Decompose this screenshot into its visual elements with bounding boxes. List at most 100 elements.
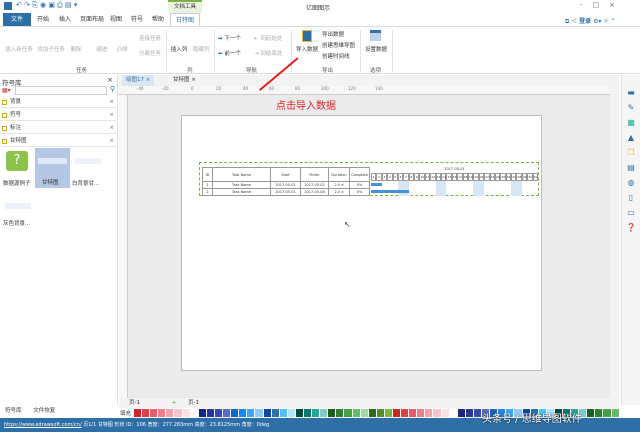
create-timeline-button[interactable]: 创建时间线 xyxy=(322,52,350,60)
color-swatch[interactable] xyxy=(279,409,287,417)
close-icon[interactable]: × xyxy=(109,110,114,121)
tab-symbol-library[interactable]: 符号库 xyxy=(5,408,22,414)
website-link[interactable]: https://www.edrawsoft.com/cn/ xyxy=(4,422,82,428)
export-data-button[interactable]: 导出数据 xyxy=(322,30,344,38)
go-start-button[interactable]: ⇤ 到起始处 xyxy=(254,34,282,42)
color-swatch[interactable] xyxy=(360,409,368,417)
tab-insert[interactable]: 插入 xyxy=(55,13,75,26)
account-area[interactable]: ⧉ ＜ 登录 ⚙▾ ☼ ⌃ xyxy=(565,16,616,26)
color-swatch[interactable] xyxy=(206,409,214,417)
close-icon[interactable]: × xyxy=(109,123,114,134)
tab-symbol[interactable]: 符号 xyxy=(127,13,147,26)
color-swatch[interactable] xyxy=(441,409,449,417)
color-swatch[interactable] xyxy=(352,409,360,417)
color-swatch[interactable] xyxy=(384,409,392,417)
fill-icon[interactable]: ▬ xyxy=(622,85,640,100)
color-swatch[interactable] xyxy=(198,409,206,417)
close-icon[interactable]: × xyxy=(109,136,114,147)
shape-gantt[interactable]: 甘特图 xyxy=(35,148,70,188)
color-swatch[interactable] xyxy=(247,409,255,417)
color-swatch[interactable] xyxy=(417,409,425,417)
color-swatch[interactable] xyxy=(376,409,384,417)
page-icon[interactable]: ▤ xyxy=(622,160,640,175)
color-swatch[interactable] xyxy=(433,409,441,417)
color-swatch[interactable] xyxy=(611,409,619,417)
set-data-button[interactable]: 设置数据 xyxy=(362,45,390,53)
tab-gantt[interactable]: 甘特图 xyxy=(170,13,200,26)
table-row[interactable]: 1 Task Name 2017-05-01 2017-05-02 2.0 d 0% xyxy=(202,181,370,189)
import-data-button[interactable]: 导入数据 xyxy=(293,45,321,53)
question-shape-icon[interactable]: ? xyxy=(6,151,28,171)
shadow-icon[interactable]: ■ xyxy=(622,115,640,130)
close-icon[interactable]: × xyxy=(109,97,114,108)
add-subtask-button[interactable]: 添加子任务 xyxy=(36,45,66,53)
color-swatch[interactable] xyxy=(473,409,482,417)
color-swatch[interactable] xyxy=(393,409,401,417)
create-mindmap-button[interactable]: 创建思维导图 xyxy=(322,41,355,49)
color-swatch[interactable] xyxy=(142,409,150,417)
tab-file-recovery[interactable]: 文件恢复 xyxy=(33,408,55,414)
tab-help[interactable]: 帮助 xyxy=(148,13,168,26)
tab-home[interactable]: 开始 xyxy=(33,13,53,26)
color-swatch[interactable] xyxy=(214,409,223,417)
color-swatch[interactable] xyxy=(457,409,465,417)
link-task-button[interactable]: 连接任务 xyxy=(135,34,165,42)
shape-thumb[interactable] xyxy=(75,158,101,164)
next-button[interactable]: ➡ 下一个 xyxy=(218,34,241,42)
color-swatch[interactable] xyxy=(465,409,473,417)
color-swatch[interactable] xyxy=(134,409,142,417)
category-callout[interactable]: 标注 × xyxy=(0,123,118,134)
color-swatch[interactable] xyxy=(320,409,328,417)
tab-page-layout[interactable]: 页面布局 xyxy=(76,13,108,26)
color-swatch[interactable] xyxy=(409,409,417,417)
color-swatch[interactable] xyxy=(587,409,595,417)
hide-column-button[interactable]: 隐藏列 xyxy=(190,45,212,53)
library-menu-icon[interactable]: ▦▾ xyxy=(2,87,11,94)
table-row[interactable]: 2 Task Name 2017-05-01 2017-05-08 2.0 d 0% xyxy=(202,188,370,196)
color-swatch[interactable] xyxy=(263,409,271,417)
previous-button[interactable]: ⬅ 前一个 xyxy=(218,49,241,57)
color-swatch[interactable] xyxy=(603,409,611,417)
color-swatch[interactable] xyxy=(401,409,409,417)
comment-icon[interactable]: ▭ xyxy=(622,205,640,220)
insert-task-button[interactable]: 插入新任务 xyxy=(4,45,34,53)
color-swatch[interactable] xyxy=(425,409,433,417)
doc-tab-gantt[interactable]: 甘特图 × xyxy=(169,75,200,86)
category-symbol[interactable]: 符号 × xyxy=(0,110,118,121)
go-end-button[interactable]: ⇥ 到结束处 xyxy=(254,49,282,57)
color-swatch[interactable] xyxy=(166,409,174,417)
indent-button[interactable]: 缩进 xyxy=(92,45,112,53)
tab-file[interactable]: 文件 xyxy=(3,13,31,26)
color-swatch[interactable] xyxy=(449,409,457,417)
color-swatch[interactable] xyxy=(336,409,344,417)
login-link[interactable]: 登录 xyxy=(579,18,591,25)
document-icon[interactable]: ▯ xyxy=(622,190,640,205)
insert-column-button[interactable]: 插入列 xyxy=(168,45,190,53)
close-icon[interactable]: × xyxy=(107,76,113,84)
task-bar[interactable] xyxy=(371,183,382,186)
tab-view[interactable]: 视图 xyxy=(106,13,126,26)
color-swatch[interactable] xyxy=(312,409,320,417)
color-swatch[interactable] xyxy=(328,409,336,417)
color-swatch[interactable] xyxy=(231,409,239,417)
drawing-page[interactable]: ID Task Name Start Finish Duration Compl… xyxy=(181,115,542,371)
color-swatch[interactable] xyxy=(368,409,376,417)
image-icon[interactable]: ▲ xyxy=(622,130,640,145)
color-swatch[interactable] xyxy=(182,409,190,417)
page-tab-2[interactable]: 页-1 xyxy=(188,400,199,406)
layers-icon[interactable]: ❐ xyxy=(622,145,640,160)
line-icon[interactable]: ✎ xyxy=(622,100,640,115)
library-search-input[interactable] xyxy=(15,86,107,95)
color-swatch[interactable] xyxy=(303,409,312,417)
doc-tab-drawing17[interactable]: 绘图17 × xyxy=(122,75,155,86)
shape-thumb[interactable] xyxy=(5,203,31,209)
delete-button[interactable]: 删除 xyxy=(66,45,86,53)
outdent-button[interactable]: 凸排 xyxy=(112,45,132,53)
color-swatch[interactable] xyxy=(255,409,263,417)
color-swatch[interactable] xyxy=(344,409,352,417)
page-tab[interactable]: 页-1 xyxy=(129,400,140,406)
search-icon[interactable]: ⚲ xyxy=(110,85,115,93)
globe-icon[interactable]: ◍ xyxy=(622,175,640,190)
color-swatch[interactable] xyxy=(271,409,279,417)
color-swatch[interactable] xyxy=(190,409,198,417)
